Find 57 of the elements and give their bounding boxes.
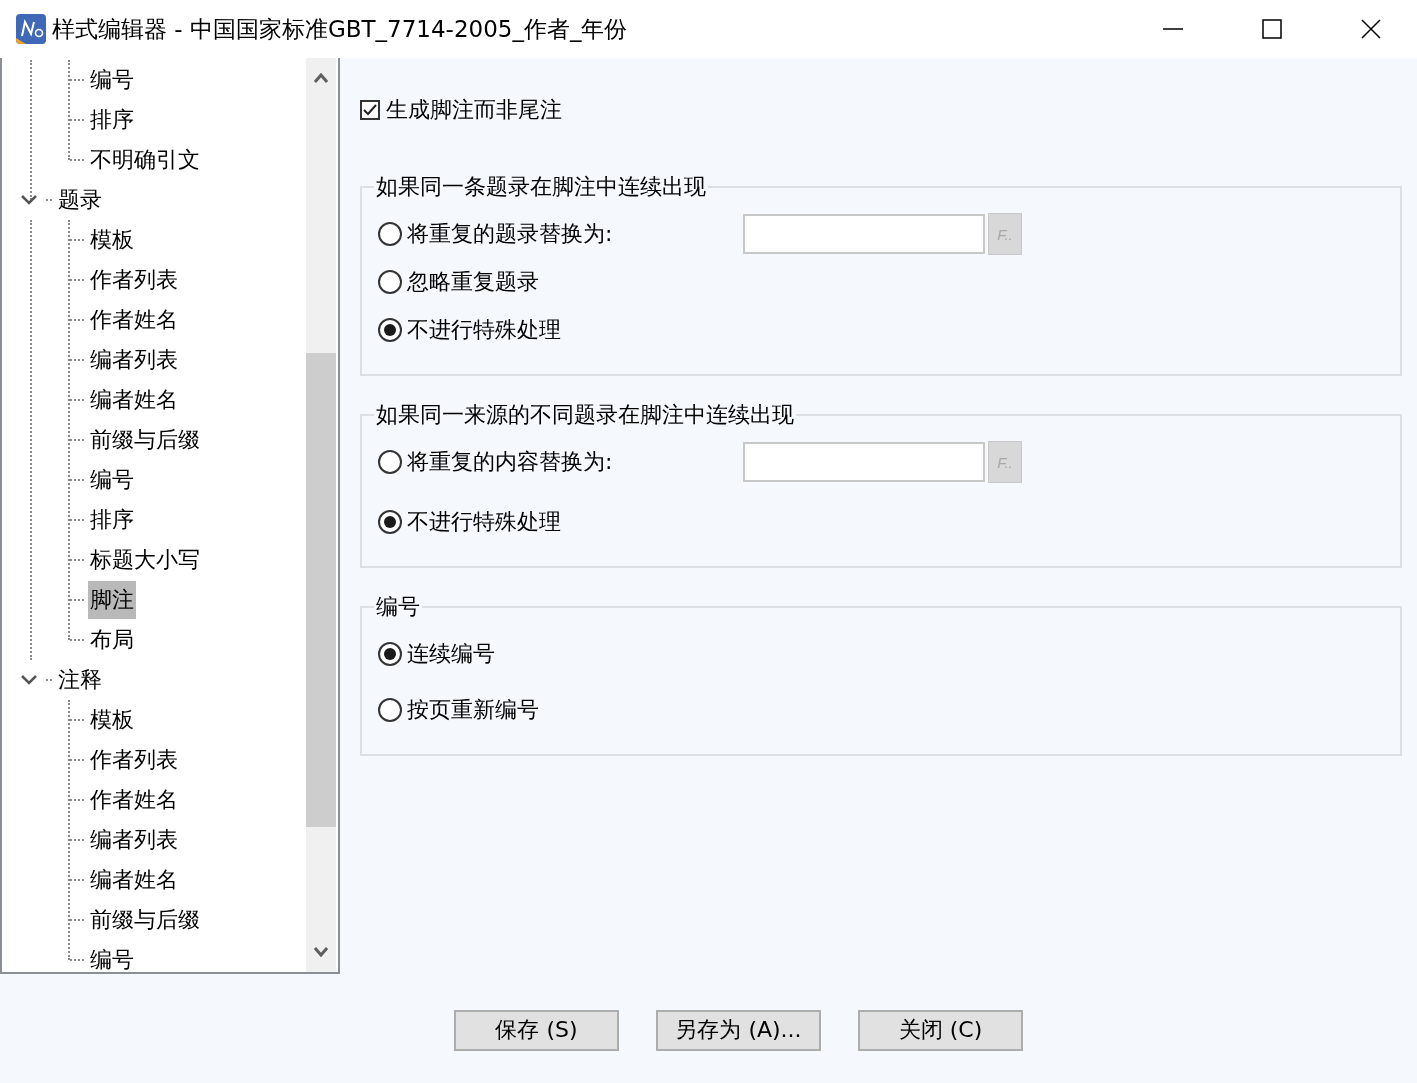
tree-item[interactable]: 作者列表 — [88, 261, 180, 299]
window-title: 样式编辑器 - 中国国家标准GBT_7714-2005_作者_年份 — [52, 14, 629, 44]
radio-label: 连续编号 — [407, 640, 495, 668]
close-icon[interactable] — [1360, 19, 1381, 39]
tree-item[interactable]: 编者姓名 — [88, 381, 180, 419]
scrollbar[interactable] — [306, 58, 336, 972]
radio-button[interactable] — [378, 698, 402, 722]
tree-item[interactable]: 编者姓名 — [88, 861, 180, 899]
tree-item[interactable]: 模板 — [88, 701, 136, 739]
tree-item[interactable]: 脚注 — [88, 581, 136, 619]
checkbox-label: 生成脚注而非尾注 — [386, 96, 562, 124]
tree-item[interactable]: 编号 — [88, 461, 136, 499]
group-title: 编号 — [375, 593, 421, 621]
scroll-down-icon[interactable] — [314, 947, 328, 957]
radio-label: 将重复的题录替换为: — [407, 220, 613, 248]
group-title: 如果同一来源的不同题录在脚注中连续出现 — [375, 401, 795, 429]
radio-button[interactable] — [378, 318, 402, 342]
radio-label: 忽略重复题录 — [407, 268, 539, 296]
maximize-icon[interactable] — [1261, 19, 1282, 39]
tree-item[interactable]: 前缀与后缀 — [88, 421, 202, 459]
input-field[interactable] — [743, 442, 985, 482]
input-field[interactable] — [743, 214, 985, 254]
tree-item[interactable]: 编者列表 — [88, 341, 180, 379]
radio-label: 不进行特殊处理 — [407, 508, 561, 536]
tree-item[interactable]: 布局 — [88, 621, 136, 659]
chevron-icon[interactable] — [20, 674, 38, 686]
tree-item[interactable]: 排序 — [88, 501, 136, 539]
tree-item[interactable]: 编号 — [88, 941, 136, 972]
tree-item[interactable]: 注释 — [56, 661, 104, 699]
radio-label: 不进行特殊处理 — [407, 316, 561, 344]
tree-item[interactable]: 题录 — [56, 181, 104, 219]
radio-button[interactable] — [378, 642, 402, 666]
tree-item[interactable]: 编者列表 — [88, 821, 180, 859]
tree-item[interactable]: 排序 — [88, 101, 136, 139]
tree-item[interactable]: 模板 — [88, 221, 136, 259]
tree-item[interactable]: 编号 — [88, 61, 136, 99]
dialog-button[interactable]: 保存 (S) — [454, 1009, 619, 1051]
radio-label: 将重复的内容替换为: — [407, 448, 613, 476]
chevron-icon[interactable] — [20, 194, 38, 206]
tree-item[interactable]: 不明确引文 — [88, 141, 202, 179]
scroll-thumb[interactable] — [306, 353, 336, 827]
app-logo-icon — [16, 14, 46, 44]
tree-item[interactable]: 前缀与后缀 — [88, 901, 202, 939]
group-title: 如果同一条题录在脚注中连续出现 — [375, 173, 707, 201]
tree-item[interactable]: 作者姓名 — [88, 301, 180, 339]
tree-item[interactable]: 标题大小写 — [88, 541, 202, 579]
dialog-button[interactable]: 关闭 (C) — [858, 1009, 1023, 1051]
radio-button[interactable] — [378, 270, 402, 294]
tree-item[interactable]: 作者列表 — [88, 741, 180, 779]
radio-label: 按页重新编号 — [407, 696, 539, 724]
scroll-up-icon[interactable] — [314, 73, 328, 83]
tree-item[interactable]: 作者姓名 — [88, 781, 180, 819]
radio-button[interactable] — [378, 510, 402, 534]
dialog-button[interactable]: 另存为 (A)... — [656, 1009, 821, 1051]
radio-button[interactable] — [378, 222, 402, 246]
radio-button[interactable] — [378, 450, 402, 474]
checkbox[interactable] — [360, 100, 380, 120]
